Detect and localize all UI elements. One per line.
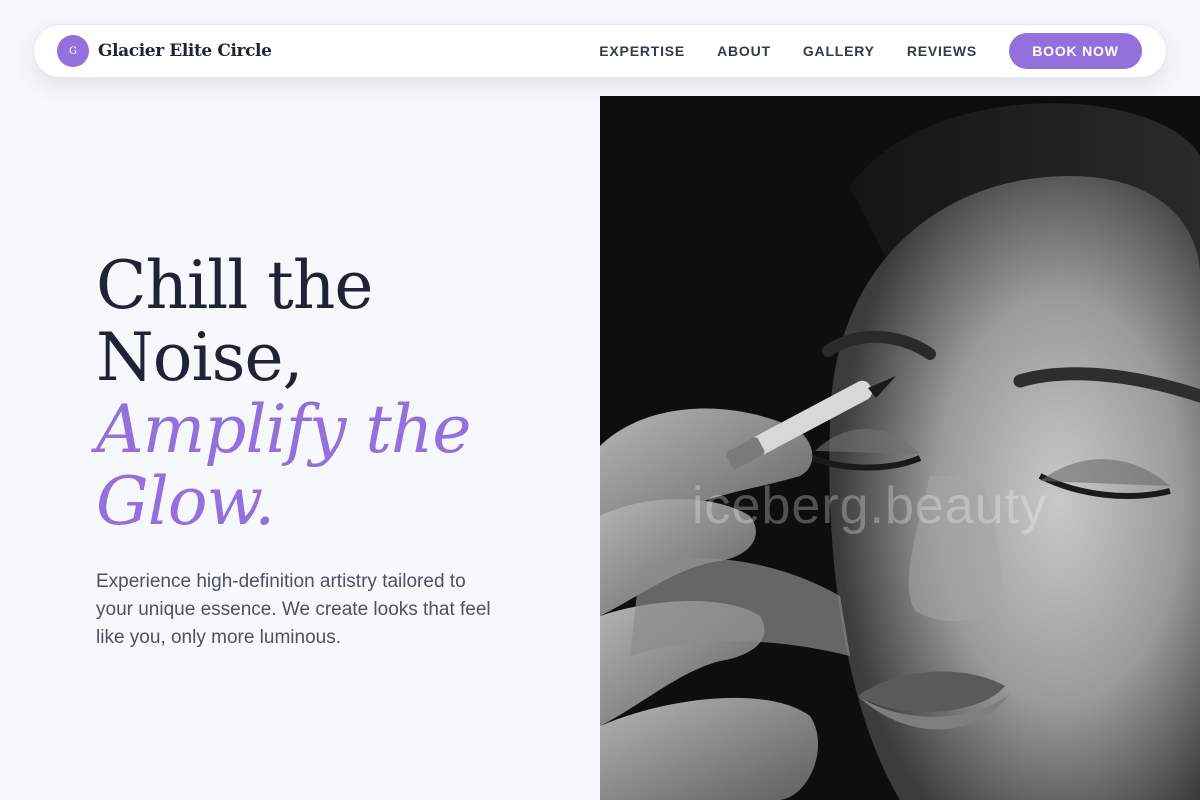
nav-link-reviews[interactable]: REVIEWS — [907, 43, 977, 59]
main-menu: EXPERTISE ABOUT GALLERY REVIEWS BOOK NOW — [599, 33, 1142, 69]
hero-headline: Chill the Noise, Amplify the Glow. — [96, 250, 576, 538]
headline-accent-line-2: Glow. — [96, 463, 275, 540]
nav-link-about[interactable]: ABOUT — [717, 43, 771, 59]
makeup-portrait-illustration — [600, 96, 1200, 800]
hero-image: iceberg.beauty — [600, 96, 1200, 800]
headline-line-1: Chill the — [96, 247, 373, 324]
nav-link-gallery[interactable]: GALLERY — [803, 43, 875, 59]
brand-name: Glacier Elite Circle — [98, 41, 272, 61]
headline-line-2: Noise, — [96, 319, 304, 396]
image-watermark: iceberg.beauty — [692, 477, 1048, 535]
brand-logo[interactable]: G Glacier Elite Circle — [57, 35, 272, 67]
headline-accent-line-1: Amplify the — [96, 391, 472, 468]
hero-section: Chill the Noise, Amplify the Glow. Exper… — [96, 250, 576, 652]
hero-description: Experience high-definition artistry tail… — [96, 571, 491, 648]
monogram-circle-icon: G — [57, 35, 89, 67]
book-now-button[interactable]: BOOK NOW — [1009, 33, 1142, 69]
nav-link-expertise[interactable]: EXPERTISE — [599, 43, 685, 59]
top-navigation-bar: G Glacier Elite Circle EXPERTISE ABOUT G… — [33, 24, 1167, 78]
